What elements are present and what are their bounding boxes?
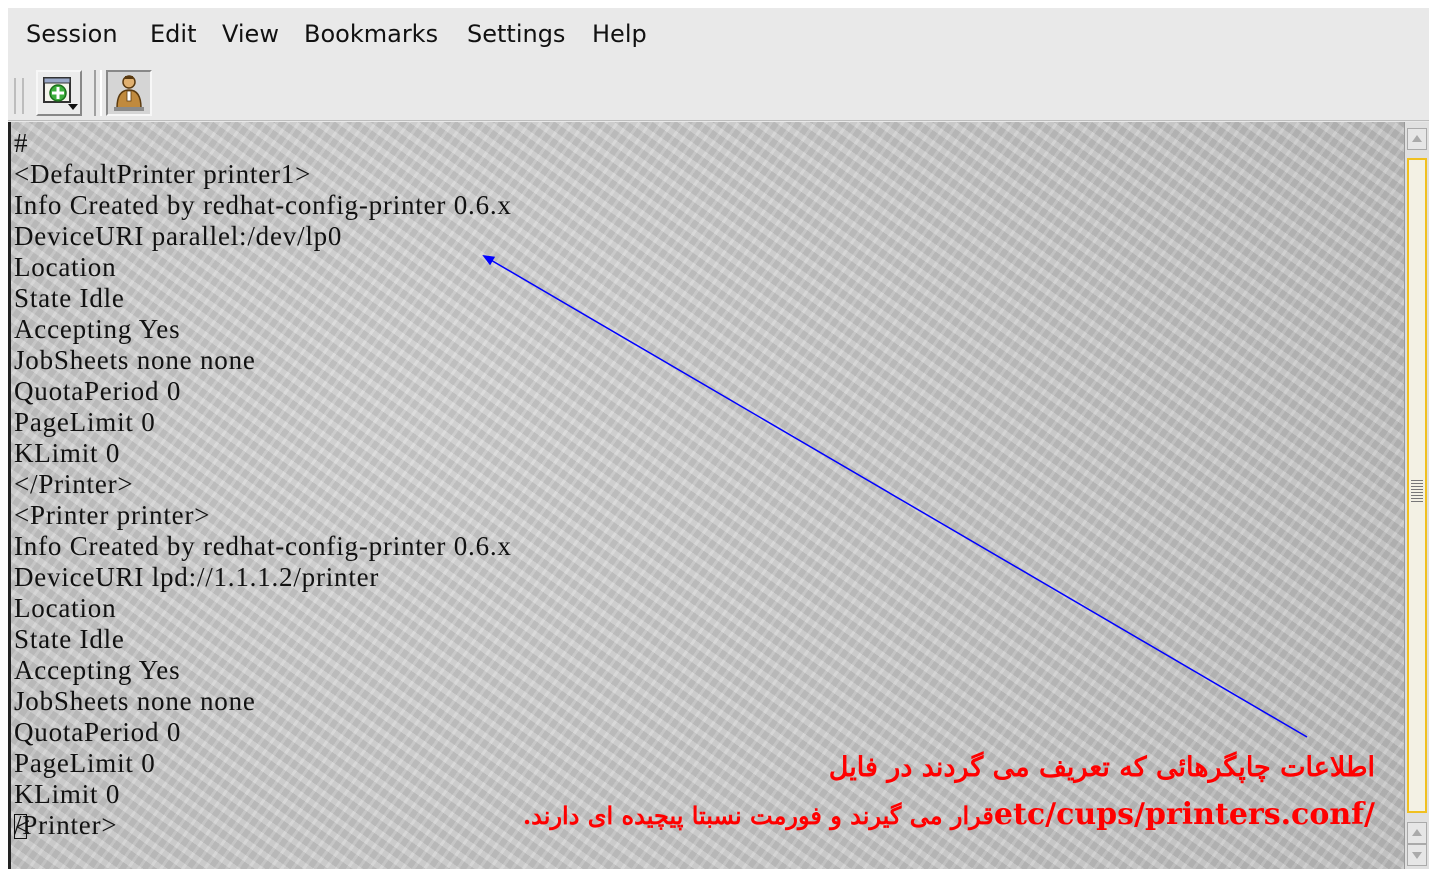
arrow-up-icon <box>1412 829 1422 836</box>
terminal-line: Location <box>14 593 117 623</box>
terminal-line: Accepting Yes <box>14 314 181 344</box>
terminal-line: DeviceURI lpd://1.1.1.2/printer <box>14 562 380 592</box>
terminal-line: <Printer printer> <box>14 500 211 530</box>
menu-bookmarks[interactable]: Bookmarks <box>304 20 438 48</box>
annotation-config-path: etc/cups/printers.conf/ <box>994 797 1375 832</box>
toolbar <box>8 64 1429 121</box>
menu-edit[interactable]: Edit <box>150 20 196 48</box>
terminal-line: QuotaPeriod 0 <box>14 717 182 747</box>
new-session-icon <box>43 77 78 110</box>
terminal-line: KLimit 0 <box>14 779 121 809</box>
annotation-text-line1: اطلاعات چاپگرهائی که تعریف می گردند در ف… <box>828 752 1375 783</box>
toolbar-grip-handle[interactable] <box>14 78 24 114</box>
scroll-down-button[interactable] <box>1407 844 1427 866</box>
menu-session[interactable]: Session <box>26 20 118 48</box>
terminal-line: JobSheets none none <box>14 345 256 375</box>
text-cursor: < <box>14 812 30 842</box>
terminal-line: <DefaultPrinter printer1> <box>14 159 312 189</box>
session-user-icon <box>114 75 144 111</box>
terminal-line: Info Created by redhat-config-printer 0.… <box>14 190 512 220</box>
terminal-line: Info Created by redhat-config-printer 0.… <box>14 531 512 561</box>
terminal-line: # <box>14 128 29 158</box>
scroll-up-button-lower[interactable] <box>1407 822 1427 844</box>
annotation-description: قرار می گیرند و فورمت نسبتا پیچیده ای دا… <box>522 801 994 830</box>
menu-settings[interactable]: Settings <box>467 20 565 48</box>
terminal-line: JobSheets none none <box>14 686 256 716</box>
terminal-line: State Idle <box>14 283 125 313</box>
annotation-text-line2: etc/cups/printers.conf/قرار می گیرند و ف… <box>523 797 1375 832</box>
cursor-char: < <box>15 812 32 842</box>
vertical-scrollbar[interactable] <box>1404 122 1429 869</box>
toolbar-separator <box>94 70 102 116</box>
session-tab-button[interactable] <box>106 70 152 116</box>
scroll-up-button[interactable] <box>1407 128 1427 150</box>
arrow-up-icon <box>1412 135 1422 142</box>
terminal-output: # <DefaultPrinter printer1> Info Created… <box>14 128 512 842</box>
arrow-down-icon <box>1412 852 1422 859</box>
terminal-line: </Printer> <box>14 469 134 499</box>
menu-help[interactable]: Help <box>592 20 647 48</box>
scrollbar-thumb[interactable] <box>1407 158 1427 813</box>
terminal-line: KLimit 0 <box>14 438 121 468</box>
scrollbar-grip-icon <box>1411 480 1423 502</box>
terminal-line: Accepting Yes <box>14 655 181 685</box>
terminal-line: PageLimit 0 <box>14 748 156 778</box>
terminal-line: DeviceURI parallel:/dev/lp0 <box>14 221 343 251</box>
annotation-config-path-text: etc/cups/printers.conf/ <box>993 797 1375 832</box>
new-session-button[interactable] <box>36 70 82 116</box>
terminal-line: QuotaPeriod 0 <box>14 376 182 406</box>
terminal-last-line: </Printer> <box>14 810 512 842</box>
konsole-window: Session Edit View Bookmarks Settings Hel… <box>8 8 1429 869</box>
terminal-line: PageLimit 0 <box>14 407 156 437</box>
menu-view[interactable]: View <box>222 20 279 48</box>
terminal-line: State Idle <box>14 624 125 654</box>
terminal-line: Location <box>14 252 117 282</box>
menubar: Session Edit View Bookmarks Settings Hel… <box>8 8 1429 64</box>
